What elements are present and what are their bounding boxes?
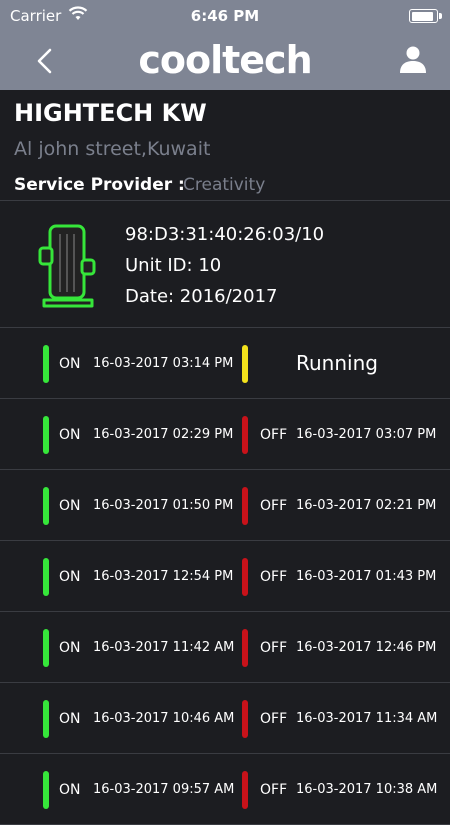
- on-time: 16-03-2017 11:42 AM: [93, 640, 235, 655]
- status-bar: Carrier 6:46 PM: [0, 0, 450, 32]
- clock: 6:46 PM: [190, 7, 260, 25]
- company-address: Al john street,Kuwait: [14, 138, 211, 160]
- log-row[interactable]: ON 16-03-2017 11:42 AM OFF 16-03-2017 12…: [0, 612, 450, 683]
- site-header: HIGHTECH KW Al john street,Kuwait Servic…: [0, 90, 450, 201]
- on-indicator: [43, 558, 49, 596]
- service-provider-value: Creativity: [183, 175, 266, 195]
- off-label: OFF: [260, 498, 288, 514]
- on-time: 16-03-2017 10:46 AM: [93, 711, 235, 726]
- on-label: ON: [59, 782, 81, 798]
- off-time: 16-03-2017 11:34 AM: [296, 711, 438, 726]
- log-row[interactable]: ON 16-03-2017 10:46 AM OFF 16-03-2017 11…: [0, 683, 450, 754]
- battery-icon: [409, 9, 442, 23]
- on-indicator: [43, 416, 49, 454]
- unit-date: Date: 2016/2017: [125, 286, 278, 307]
- on-indicator: [43, 700, 49, 738]
- on-label: ON: [59, 711, 81, 727]
- on-indicator: [43, 629, 49, 667]
- unit-mac: 98:D3:31:40:26:03/10: [125, 224, 325, 245]
- unit-info: 98:D3:31:40:26:03/10 Unit ID: 10 Date: 2…: [0, 200, 450, 328]
- on-label: ON: [59, 498, 81, 514]
- running-status: Running: [296, 351, 378, 375]
- running-indicator: [242, 345, 248, 383]
- off-indicator: [242, 487, 248, 525]
- off-time: 16-03-2017 12:46 PM: [296, 640, 437, 655]
- on-label: ON: [59, 640, 81, 656]
- log-row[interactable]: ON 16-03-2017 09:57 AM OFF 16-03-2017 10…: [0, 754, 450, 825]
- off-label: OFF: [260, 782, 288, 798]
- off-indicator: [242, 629, 248, 667]
- off-label: OFF: [260, 569, 288, 585]
- unit-id: Unit ID: 10: [125, 255, 222, 276]
- on-time: 16-03-2017 03:14 PM: [93, 356, 234, 371]
- on-indicator: [43, 771, 49, 809]
- off-label: OFF: [260, 640, 288, 656]
- off-indicator: [242, 700, 248, 738]
- off-time: 16-03-2017 10:38 AM: [296, 782, 438, 797]
- off-label: OFF: [260, 427, 288, 443]
- on-time: 16-03-2017 02:29 PM: [93, 427, 234, 442]
- off-time: 16-03-2017 03:07 PM: [296, 427, 437, 442]
- off-label: OFF: [260, 711, 288, 727]
- log-row[interactable]: ON 16-03-2017 12:54 PM OFF 16-03-2017 01…: [0, 541, 450, 612]
- log-row-running[interactable]: ON 16-03-2017 03:14 PM Running: [0, 328, 450, 399]
- service-provider-label: Service Provider :: [14, 175, 185, 195]
- off-time: 16-03-2017 01:43 PM: [296, 569, 437, 584]
- on-indicator: [43, 345, 49, 383]
- log-row[interactable]: ON 16-03-2017 01:50 PM OFF 16-03-2017 02…: [0, 470, 450, 541]
- nav-bar: cooltech: [0, 32, 450, 90]
- off-indicator: [242, 558, 248, 596]
- log-row[interactable]: ON 16-03-2017 02:29 PM OFF 16-03-2017 03…: [0, 399, 450, 470]
- log-list: ON 16-03-2017 03:14 PM Running ON 16-03-…: [0, 328, 450, 825]
- on-time: 16-03-2017 12:54 PM: [93, 569, 234, 584]
- user-icon[interactable]: [398, 44, 428, 74]
- off-time: 16-03-2017 02:21 PM: [296, 498, 437, 513]
- off-indicator: [242, 771, 248, 809]
- on-label: ON: [59, 569, 81, 585]
- compressor-icon: [38, 224, 96, 308]
- on-indicator: [43, 487, 49, 525]
- cooltech-logo: cooltech: [138, 38, 312, 82]
- company-name: HIGHTECH KW: [14, 99, 207, 127]
- on-label: ON: [59, 356, 81, 372]
- on-label: ON: [59, 427, 81, 443]
- on-time: 16-03-2017 01:50 PM: [93, 498, 234, 513]
- off-indicator: [242, 416, 248, 454]
- on-time: 16-03-2017 09:57 AM: [93, 782, 235, 797]
